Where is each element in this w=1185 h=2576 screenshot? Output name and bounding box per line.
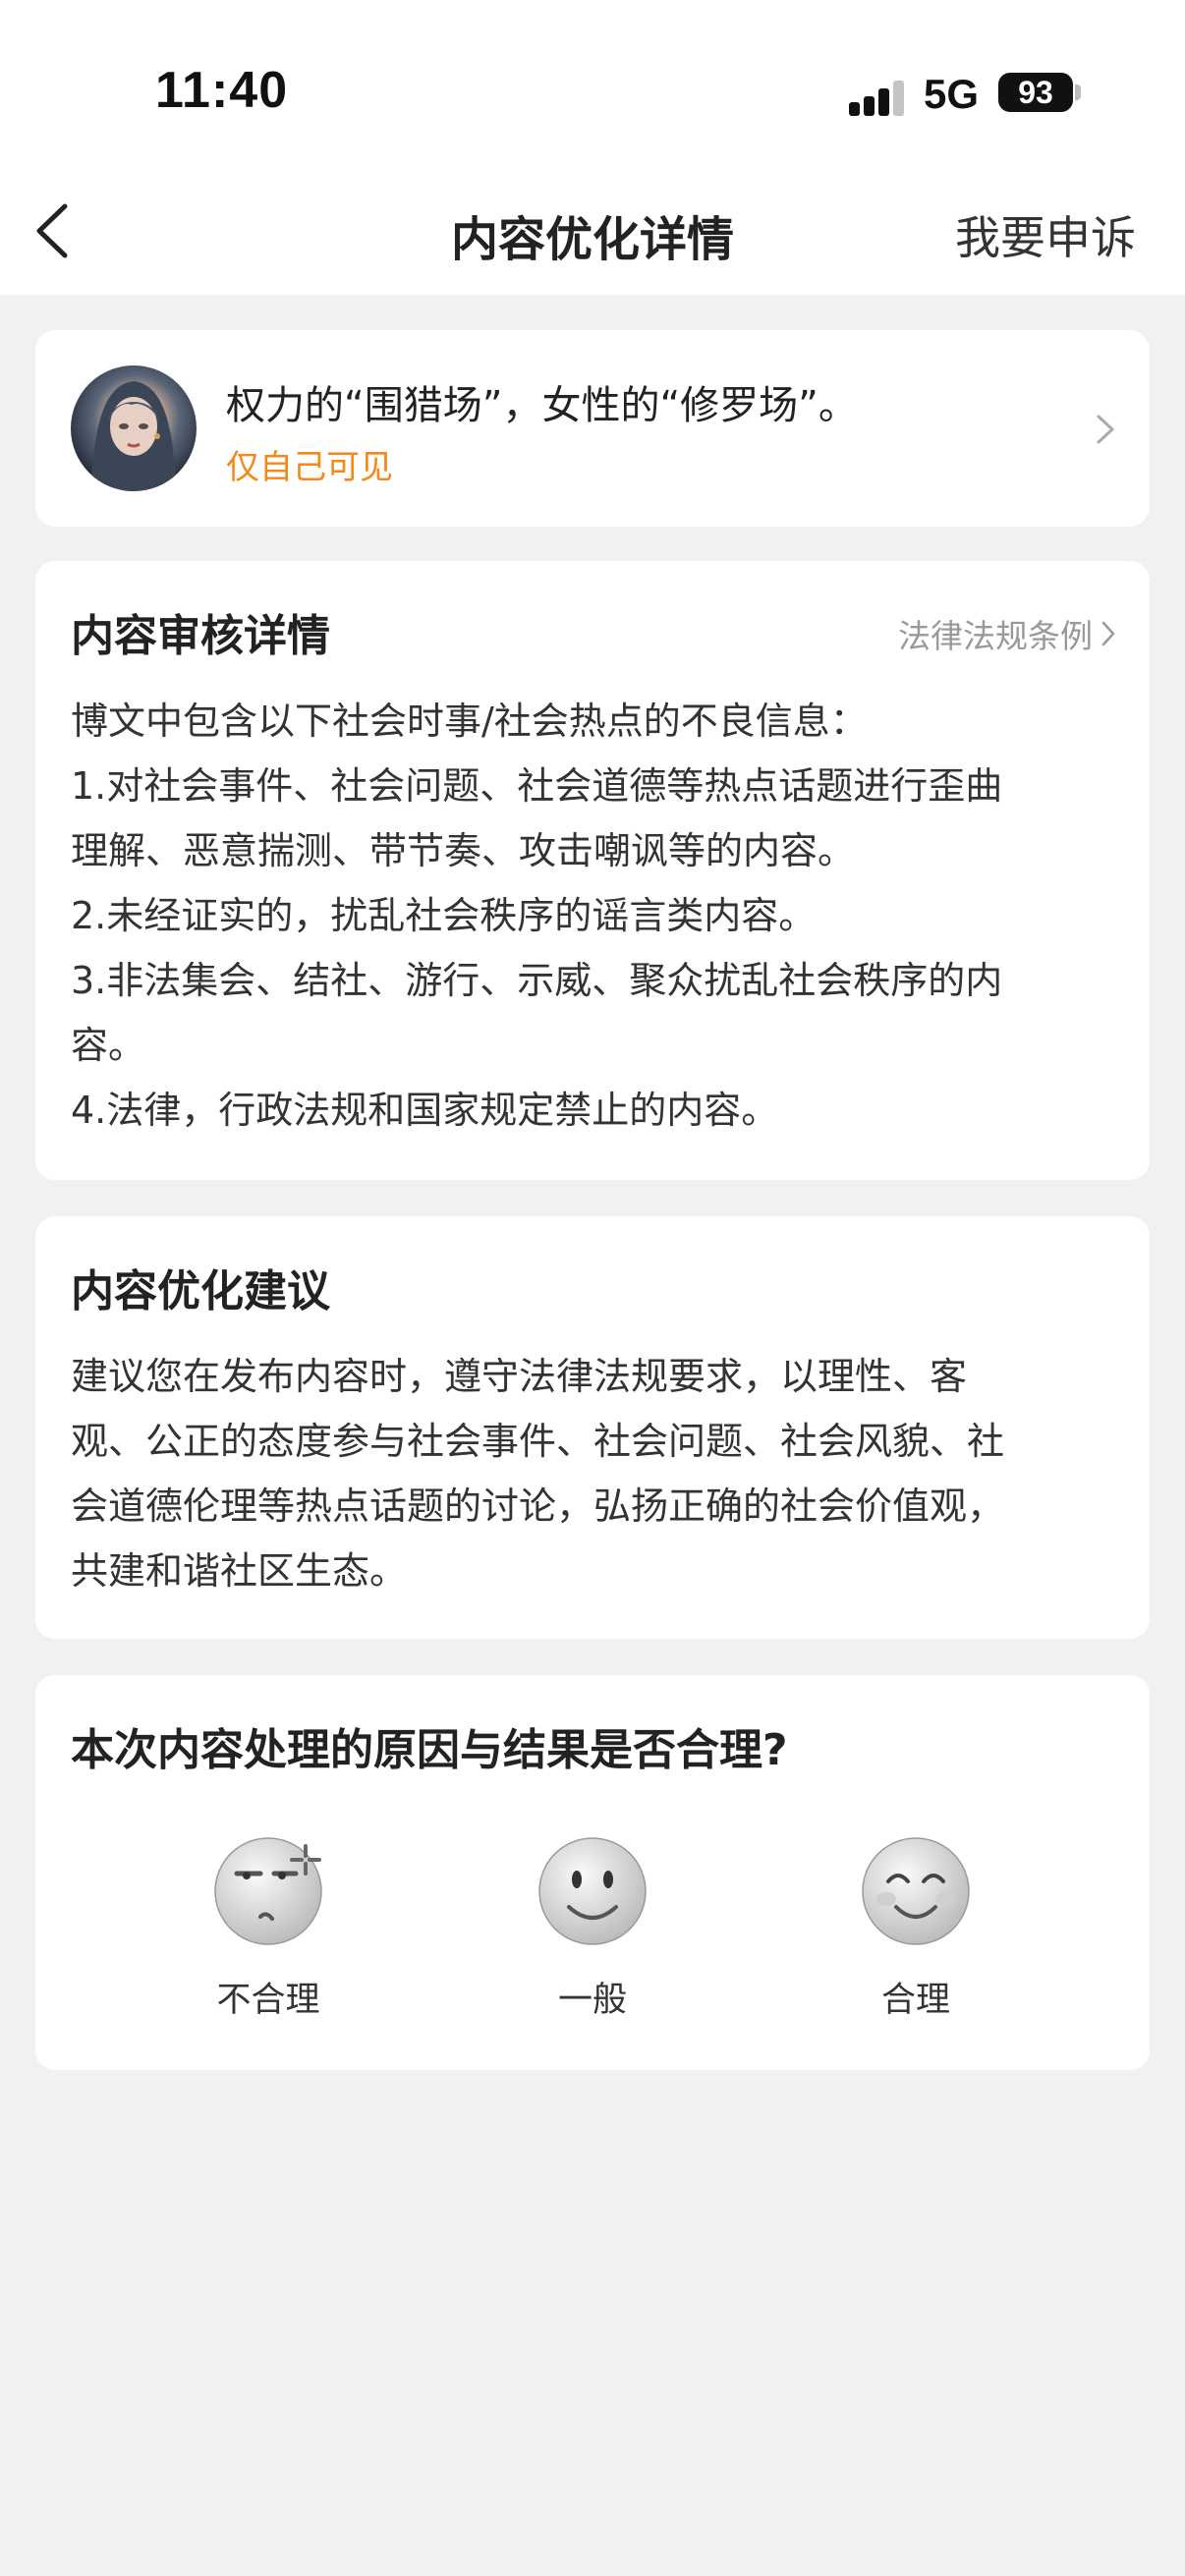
advice-line: 共建和谐社区生态。 xyxy=(71,1549,408,1593)
advice-body: 建议您在发布内容时，遵守法律法规要求，以理性、客 观、公正的态度参与社会事件、社… xyxy=(71,1344,1122,1603)
chevron-right-icon xyxy=(1101,621,1115,646)
visibility-label: 仅自己可见 xyxy=(226,448,393,487)
avatar-portrait-icon xyxy=(90,381,177,491)
rating-option-neutral[interactable]: 一般 xyxy=(494,1832,691,2022)
appeal-button[interactable]: 我要申诉 xyxy=(955,202,1136,267)
chevron-right-icon xyxy=(1097,415,1114,444)
post-text: 权力的“围猎场”，女性的“修罗场”。 xyxy=(226,383,858,428)
advice-line: 观、公正的态度参与社会事件、社会问题、社会风貌、社 xyxy=(71,1420,1005,1463)
rating-option-unreasonable[interactable]: 不合理 xyxy=(170,1832,367,2022)
review-title: 内容审核详情 xyxy=(71,611,330,661)
rating-option-label: 合理 xyxy=(880,1981,950,2020)
annoyed-face-icon xyxy=(214,1837,322,1945)
rating-option-label: 不合理 xyxy=(216,1981,320,2020)
battery-icon: 93 xyxy=(998,73,1073,112)
review-line: 3.非法集会、结社、游行、示威、聚众扰乱社会秩序的内 xyxy=(71,959,1003,1002)
battery-level: 93 xyxy=(1018,74,1053,110)
review-line: 4.法律，行政法规和国家规定禁止的内容。 xyxy=(71,1089,779,1132)
law-link-label: 法律法规条例 xyxy=(898,617,1093,655)
battery-tip xyxy=(1075,84,1081,100)
post-card[interactable]: 权力的“围猎场”，女性的“修罗场”。 仅自己可见 xyxy=(35,330,1150,527)
advice-title: 内容优化建议 xyxy=(71,1266,330,1316)
avatar xyxy=(71,365,197,491)
review-line: 2.未经证实的，扰乱社会秩序的谣言类内容。 xyxy=(71,894,817,937)
rating-card: 本次内容处理的原因与结果是否合理? 不合理 一般 合理 xyxy=(35,1675,1150,2070)
review-line: 容。 xyxy=(71,1024,146,1067)
review-line: 理解、恶意揣测、带节奏、攻击嘲讽等的内容。 xyxy=(71,829,856,872)
review-line: 博文中包含以下社会时事/社会热点的不良信息： xyxy=(71,700,868,743)
review-body: 博文中包含以下社会时事/社会热点的不良信息： 1.对社会事件、社会问题、社会道德… xyxy=(71,689,1122,1143)
rating-question: 本次内容处理的原因与结果是否合理? xyxy=(71,1725,788,1775)
law-regulations-link[interactable]: 法律法规条例 xyxy=(898,610,1116,657)
network-type: 5G xyxy=(924,71,980,117)
status-time: 11:40 xyxy=(155,62,289,119)
advice-line: 会道德伦理等热点话题的讨论，弘扬正确的社会价值观， xyxy=(71,1484,1005,1528)
advice-line: 建议您在发布内容时，遵守法律法规要求，以理性、客 xyxy=(71,1355,968,1398)
smiling-face-icon xyxy=(862,1837,970,1945)
rating-option-reasonable[interactable]: 合理 xyxy=(818,1832,1014,2022)
rating-option-label: 一般 xyxy=(557,1981,627,2020)
signal-icon xyxy=(849,77,906,116)
review-line: 1.对社会事件、社会问题、社会道德等热点话题进行歪曲 xyxy=(71,764,1003,808)
review-details-card: 内容审核详情 法律法规条例 博文中包含以下社会时事/社会热点的不良信息： 1.对… xyxy=(35,561,1150,1180)
advice-card: 内容优化建议 建议您在发布内容时，遵守法律法规要求，以理性、客 观、公正的态度参… xyxy=(35,1216,1150,1639)
neutral-face-icon xyxy=(538,1837,647,1945)
